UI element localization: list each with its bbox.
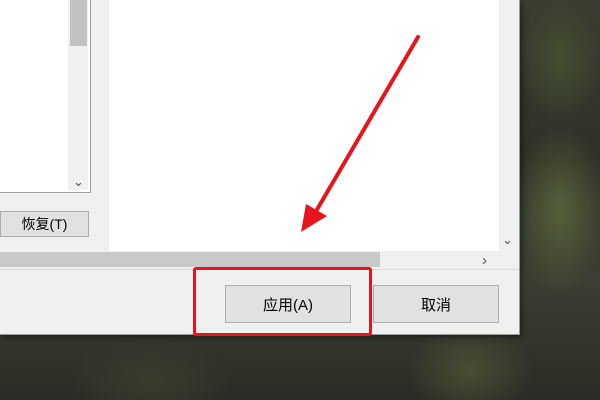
arrow-shaft <box>313 35 420 215</box>
arrow-head <box>301 204 327 232</box>
annotation-arrow <box>301 35 420 232</box>
